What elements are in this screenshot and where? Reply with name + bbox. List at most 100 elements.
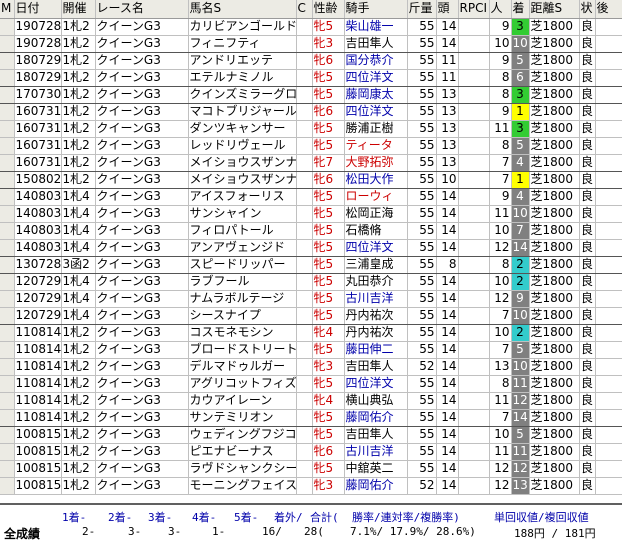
table-row[interactable]: 110814 1札2 クイーンG3 カウアイレーン 牝4 横山典弘 55 14 11 12 芝180… (0, 392, 622, 410)
table-row[interactable]: 120729 1札4 クイーンG3 ラブフール 牝5 丸田恭介 55 14 10 2 芝1800 良 (0, 273, 622, 291)
cell-c (296, 103, 313, 121)
column-header-4[interactable]: 馬名S (188, 0, 297, 19)
cell-finish: 11 (511, 443, 530, 461)
cell-horse-name: メイショウスザンナ (188, 154, 297, 172)
cell-sex-age: 牝3 (312, 35, 345, 53)
table-row[interactable]: 160731 1札2 クイーンG3 マコトブリジャール 牝6 四位洋文 55 13 9 1 芝180… (0, 103, 622, 121)
cell-weight: 55 (407, 103, 437, 121)
cell-sex-age: 牝6 (312, 52, 345, 70)
results-body: 190728 1札2 クイーンG3 カリビアンゴールド 牝5 柴山雄一 55 14 9 3 芝180… (0, 18, 622, 495)
table-row[interactable]: 110814 1札2 クイーンG3 ブロードストリート 牝5 藤田伸二 55 14 7 5 芝180… (0, 341, 622, 359)
table-row[interactable]: 100815 1札2 クイーンG3 ウェディングフジコ 牝5 吉田隼人 55 14 10 5 芝18… (0, 426, 622, 444)
cell-popularity: 10 (489, 324, 512, 342)
table-row[interactable]: 100815 1札2 クイーンG3 モーニングフェイス 牝3 藤岡佑介 52 14 12 13 芝1… (0, 477, 622, 495)
row-marker (0, 35, 15, 53)
column-header-13[interactable]: 距離S (529, 0, 580, 19)
cell-popularity: 11 (489, 120, 512, 138)
table-row[interactable]: 110814 1札2 クイーンG3 コスモネモシン 牝4 丹内祐次 55 14 10 2 芝1800… (0, 324, 622, 342)
table-row[interactable]: 120729 1札4 クイーンG3 ナムラボルテージ 牝5 古川吉洋 55 14 12 9 芝180… (0, 290, 622, 308)
cell-extra (595, 18, 622, 36)
column-header-12[interactable]: 着 (511, 0, 530, 19)
cell-weight: 55 (407, 426, 437, 444)
table-row[interactable]: 100815 1札2 クイーンG3 ラヴドシャンクシー 牝5 中舘英二 55 14 12 12 芝1… (0, 460, 622, 478)
table-row[interactable]: 140803 1札4 クイーンG3 サンシャイン 牝5 松岡正海 55 14 11 10 芝1800… (0, 205, 622, 223)
cell-venue: 1札2 (61, 409, 96, 427)
row-marker (0, 460, 15, 478)
column-header-7[interactable]: 騎手 (344, 0, 408, 19)
column-header-14[interactable]: 状 (579, 0, 596, 19)
cell-weight: 55 (407, 443, 437, 461)
cell-condition: 良 (579, 222, 596, 240)
table-row[interactable]: 140803 1札4 クイーンG3 アイスフォーリス 牝5 ローウィ 55 14 9 4 芝1800… (0, 188, 622, 206)
cell-distance: 芝1800 (529, 460, 580, 478)
column-header-6[interactable]: 性齢 (312, 0, 345, 19)
cell-distance: 芝1800 (529, 307, 580, 325)
table-row[interactable]: 110814 1札2 クイーンG3 デルマドゥルガー 牝3 吉田隼人 52 14 13 10 芝18… (0, 358, 622, 376)
table-row[interactable]: 130728 3函2 クイーンG3 スピードリッパー 牝5 三浦皇成 55 8 8 2 芝1800 良 (0, 256, 622, 274)
column-header-10[interactable]: RPCI (458, 0, 490, 19)
table-row[interactable]: 120729 1札4 クイーンG3 シースナイプ 牝5 丹内祐次 55 14 7 10 芝1800 良 (0, 307, 622, 325)
cell-rpci (458, 290, 490, 308)
table-row[interactable]: 170730 1札2 クイーンG3 クインズミラーグロ 牝5 藤岡康太 55 13 8 3 芝180… (0, 86, 622, 104)
cell-finish: 3 (511, 86, 530, 104)
cell-condition: 良 (579, 103, 596, 121)
cell-distance: 芝1800 (529, 273, 580, 291)
cell-jockey: 丹内祐次 (344, 324, 408, 342)
table-row[interactable]: 190728 1札2 クイーンG3 フィニフティ 牝3 吉田隼人 55 14 10 10 芝1800… (0, 35, 622, 53)
table-row[interactable]: 150802 1札2 クイーンG3 メイショウスザンナ 牝6 松田大作 55 10 7 1 芝180… (0, 171, 622, 189)
cell-date: 150802 (14, 171, 62, 189)
cell-rpci (458, 307, 490, 325)
cell-finish: 2 (511, 324, 530, 342)
table-row[interactable]: 190728 1札2 クイーンG3 カリビアンゴールド 牝5 柴山雄一 55 14 9 3 芝180… (0, 18, 622, 36)
table-row[interactable]: 110814 1札2 クイーンG3 サンテミリオン 牝5 藤岡佑介 55 14 7 14 芝1800… (0, 409, 622, 427)
table-row[interactable]: 110814 1札2 クイーンG3 アグリコットフィズ 牝5 四位洋文 55 14 8 11 芝18… (0, 375, 622, 393)
cell-date: 100815 (14, 477, 62, 495)
cell-field-size: 14 (436, 341, 459, 359)
cell-rpci (458, 477, 490, 495)
table-row[interactable]: 160731 1札2 クイーンG3 ダンツキャンサー 牝5 勝浦正樹 55 13 11 3 芝180… (0, 120, 622, 138)
table-row[interactable]: 160731 1札2 クイーンG3 レッドリヴェール 牝5 ティータ 55 13 8 5 芝1800… (0, 137, 622, 155)
cell-horse-name: ウェディングフジコ (188, 426, 297, 444)
column-header-5[interactable]: C (296, 0, 313, 19)
cell-popularity: 7 (489, 307, 512, 325)
cell-jockey: 松田大作 (344, 171, 408, 189)
cell-distance: 芝1800 (529, 375, 580, 393)
cell-weight: 55 (407, 273, 437, 291)
cell-horse-name: モーニングフェイス (188, 477, 297, 495)
cell-horse-name: メイショウスザンナ (188, 171, 297, 189)
cell-c (296, 18, 313, 36)
cell-distance: 芝1800 (529, 188, 580, 206)
summary-h3: 3着- (148, 511, 173, 524)
column-header-9[interactable]: 頭 (436, 0, 459, 19)
cell-extra (595, 171, 622, 189)
cell-finish: 3 (511, 18, 530, 36)
column-header-3[interactable]: レース名 (95, 0, 189, 19)
row-marker (0, 392, 15, 410)
cell-date: 140803 (14, 205, 62, 223)
table-row[interactable]: 140803 1札4 クイーンG3 アンアヴェンジド 牝5 四位洋文 55 14 12 14 芝18… (0, 239, 622, 257)
column-header-0[interactable]: M (0, 0, 15, 19)
table-row[interactable]: 180729 1札2 クイーンG3 アンドリエッテ 牝6 国分恭介 55 11 9 5 芝1800 良 (0, 52, 622, 70)
table-row[interactable]: 180729 1札2 クイーンG3 エテルナミノル 牝5 四位洋文 55 11 8 6 芝1800 良 (0, 69, 622, 87)
cell-rpci (458, 324, 490, 342)
cell-field-size: 14 (436, 477, 459, 495)
table-row[interactable]: 160731 1札2 クイーンG3 メイショウスザンナ 牝7 大野拓弥 55 13 7 4 芝180… (0, 154, 622, 172)
column-header-11[interactable]: 人 (489, 0, 512, 19)
column-header-1[interactable]: 日付 (14, 0, 62, 19)
cell-race-name: クイーンG3 (95, 171, 189, 189)
column-header-2[interactable]: 開催 (61, 0, 96, 19)
cell-condition: 良 (579, 358, 596, 376)
cell-horse-name: アイスフォーリス (188, 188, 297, 206)
cell-popularity: 10 (489, 35, 512, 53)
summary-h5: 5着- (234, 511, 259, 524)
table-row[interactable]: 100815 1札2 クイーンG3 ピエナビーナス 牝6 古川吉洋 55 14 11 11 芝180… (0, 443, 622, 461)
cell-rpci (458, 137, 490, 155)
cell-field-size: 13 (436, 86, 459, 104)
column-header-15[interactable]: 後 (595, 0, 622, 19)
table-row[interactable]: 140803 1札4 クイーンG3 フィロパトール 牝5 石橋脩 55 14 10 7 芝1800 良 (0, 222, 622, 240)
cell-venue: 1札4 (61, 188, 96, 206)
column-header-8[interactable]: 斤量 (407, 0, 437, 19)
cell-c (296, 375, 313, 393)
cell-distance: 芝1800 (529, 426, 580, 444)
cell-venue: 1札2 (61, 86, 96, 104)
